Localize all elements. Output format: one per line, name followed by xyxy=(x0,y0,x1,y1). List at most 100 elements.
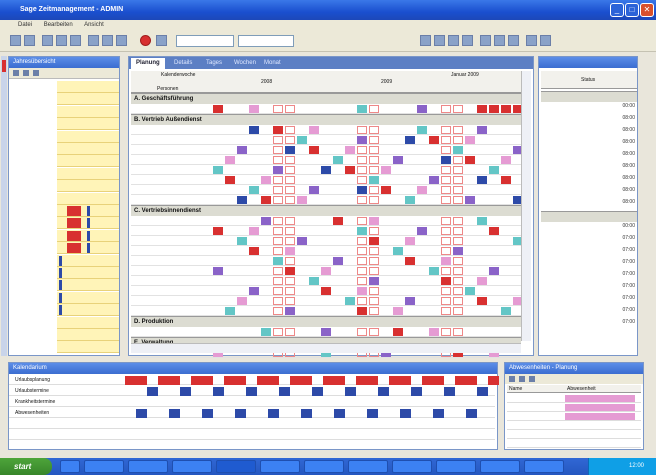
panel-tool-icon[interactable] xyxy=(13,70,19,76)
title-bar: Sage Zeitmanagement - ADMIN xyxy=(0,0,656,20)
status-value: 00:00 xyxy=(622,103,635,109)
year-overview-panel: Jahresübersicht xyxy=(8,56,120,356)
grid-body[interactable]: A. Geschäftsführung B. Vertrieb Außendien… xyxy=(131,93,523,358)
absence-panel-title: Abwesenheiten - Planung xyxy=(505,363,643,374)
preview-icon[interactable] xyxy=(70,35,81,46)
task-button[interactable] xyxy=(524,460,564,473)
tab-month[interactable]: Monat xyxy=(259,58,286,69)
weekend-cell xyxy=(273,196,283,204)
print-icon[interactable] xyxy=(56,35,67,46)
table-row xyxy=(131,145,523,155)
filter-icon[interactable] xyxy=(156,35,167,46)
new-icon[interactable] xyxy=(10,35,21,46)
task-button[interactable] xyxy=(172,460,212,473)
nav-first-icon[interactable] xyxy=(420,35,431,46)
table-row xyxy=(131,266,521,276)
year-cell xyxy=(57,180,119,193)
period-combo[interactable] xyxy=(238,35,294,47)
menu-item-edit[interactable]: Bearbeiten xyxy=(44,22,73,28)
calendar-block xyxy=(191,376,202,385)
view-combo[interactable] xyxy=(176,35,234,47)
task-button-active[interactable] xyxy=(216,460,256,473)
task-button[interactable] xyxy=(436,460,476,473)
cut-icon[interactable] xyxy=(88,35,99,46)
absence-list[interactable] xyxy=(505,394,643,448)
task-button[interactable] xyxy=(128,460,168,473)
year-cell xyxy=(57,217,119,230)
task-button[interactable] xyxy=(480,460,520,473)
weekend-cell xyxy=(369,136,379,144)
edit-icon[interactable] xyxy=(519,376,525,382)
grid-cell xyxy=(489,105,499,113)
tab-day[interactable]: Tages xyxy=(201,58,227,69)
nav-next-icon[interactable] xyxy=(448,35,459,46)
paste-icon[interactable] xyxy=(116,35,127,46)
nav-prev-icon[interactable] xyxy=(434,35,445,46)
grid-cell xyxy=(285,267,295,275)
quicklaunch-icon[interactable] xyxy=(60,460,80,473)
status-value: 08:00 xyxy=(622,163,635,169)
menu-item-view[interactable]: Ansicht xyxy=(84,22,104,28)
help-icon[interactable] xyxy=(540,35,551,46)
year-mark xyxy=(67,243,81,254)
zoom-icon[interactable] xyxy=(526,35,537,46)
start-button[interactable]: start xyxy=(0,458,52,475)
year-calendar[interactable] xyxy=(9,81,119,355)
panel-tool-icon[interactable] xyxy=(33,70,39,76)
task-button[interactable] xyxy=(348,460,388,473)
planning-grid[interactable]: Kalenderwoche Januar 2009 2008 2009 Pers… xyxy=(131,71,523,358)
week-view-icon[interactable] xyxy=(494,35,505,46)
day-view-icon[interactable] xyxy=(480,35,491,46)
vertical-scrollbar[interactable] xyxy=(521,71,531,341)
task-button[interactable] xyxy=(260,460,300,473)
weekend-cell xyxy=(453,297,463,305)
maximize-button[interactable]: □ xyxy=(625,3,639,17)
close-button[interactable]: ✕ xyxy=(640,3,654,17)
grid-cell xyxy=(369,277,379,285)
task-button[interactable] xyxy=(84,460,124,473)
calendar-grid[interactable]: Urlaubsplanung Urlaubstermine Krankheitste… xyxy=(9,376,499,448)
absence-row xyxy=(507,421,641,430)
weekend-cell xyxy=(453,257,463,265)
save-icon[interactable] xyxy=(42,35,53,46)
system-tray: 12:00 xyxy=(588,458,656,475)
panel-tool-icon[interactable] xyxy=(23,70,29,76)
month-view-icon[interactable] xyxy=(508,35,519,46)
menu-item-file[interactable]: Datei xyxy=(18,22,32,28)
grid-cell xyxy=(237,196,247,204)
tab-planning[interactable]: Planung xyxy=(131,58,165,69)
weekend-cell xyxy=(369,297,379,305)
task-button[interactable] xyxy=(304,460,344,473)
weekend-cell xyxy=(453,166,463,174)
grid-cell xyxy=(321,166,331,174)
weekend-cell xyxy=(453,217,463,225)
grid-cell xyxy=(357,227,367,235)
grid-cell xyxy=(405,297,415,305)
horizontal-scrollbar[interactable] xyxy=(131,343,521,353)
minimize-button[interactable]: _ xyxy=(610,3,624,17)
tab-details[interactable]: Details xyxy=(169,58,197,69)
weekend-cell xyxy=(357,257,367,265)
calendar-block xyxy=(356,376,367,385)
weekend-cell xyxy=(441,166,451,174)
grid-cell xyxy=(333,156,343,164)
status-value: 08:00 xyxy=(622,139,635,145)
grid-cell xyxy=(417,227,427,235)
status-value: 08:00 xyxy=(622,199,635,205)
year-label-2008: 2008 xyxy=(261,79,273,85)
year-cell xyxy=(57,155,119,168)
copy-icon[interactable] xyxy=(102,35,113,46)
task-button[interactable] xyxy=(392,460,432,473)
tab-week[interactable]: Wochen xyxy=(229,58,261,69)
nav-last-icon[interactable] xyxy=(462,35,473,46)
grid-cell xyxy=(285,307,295,315)
grid-cell xyxy=(261,176,271,184)
add-icon[interactable] xyxy=(509,376,515,382)
weekend-cell xyxy=(369,227,379,235)
year-label-2009: 2009 xyxy=(381,79,393,85)
record-icon[interactable] xyxy=(140,35,151,46)
grid-cell xyxy=(429,328,439,336)
delete-icon[interactable] xyxy=(529,376,535,382)
open-icon[interactable] xyxy=(24,35,35,46)
calendar-block xyxy=(301,409,312,418)
